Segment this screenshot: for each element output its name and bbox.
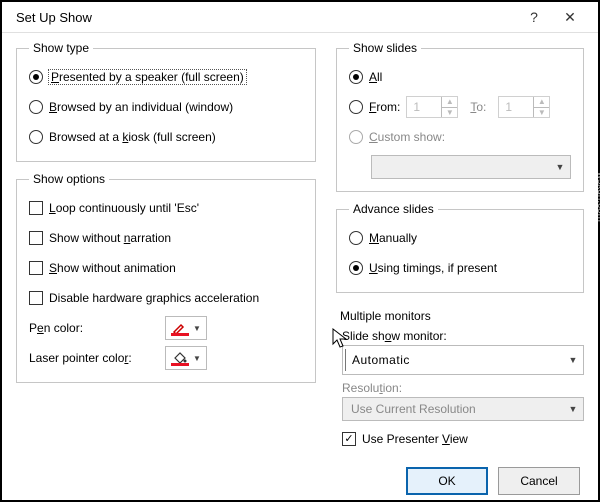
checkbox-icon [29,201,43,215]
spin-up-icon: ▲ [442,97,457,107]
checkbox-icon [342,432,356,446]
close-button[interactable]: ✕ [552,2,588,32]
slides-all[interactable]: All [349,65,571,89]
pen-color-label: Pen color: [29,321,159,335]
show-type-opt-kiosk-label: Browsed at a kiosk (full screen) [49,130,216,144]
show-type-opt-kiosk[interactable]: Browsed at a kiosk (full screen) [29,125,303,149]
resolution-value: Use Current Resolution [343,402,563,416]
dialog-title: Set Up Show [16,10,516,25]
chevron-down-icon: ▼ [563,398,583,420]
show-type-group: Show type Presented by a speaker (full s… [16,41,316,162]
chevron-down-icon: ▼ [193,354,201,363]
monitor-combo[interactable]: Automatic ▼ [342,345,584,375]
custom-show-combo: ▼ [371,155,571,179]
ok-button[interactable]: OK [406,467,488,495]
advance-manual-label: Manually [369,231,417,245]
radio-icon [349,261,363,275]
from-spinner[interactable]: 1 ▲▼ [406,96,458,118]
radio-icon [349,70,363,84]
laser-color-row: Laser pointer color: ▼ [29,346,303,370]
titlebar: Set Up Show ? ✕ [2,2,598,33]
resolution-label: Resolution: [342,381,584,395]
pen-color-button[interactable]: ▼ [165,316,207,340]
presenter-view[interactable]: Use Presenter View [342,427,584,451]
show-options-legend: Show options [29,172,109,186]
slides-from-radio[interactable] [349,100,363,114]
show-type-opt-individual-label: Browsed by an individual (window) [49,100,233,114]
checkbox-icon [29,231,43,245]
radio-icon [349,231,363,245]
checkbox-icon [29,291,43,305]
close-icon: ✕ [564,9,576,26]
monitor-label: Slide show monitor: [342,329,584,343]
show-type-opt-individual[interactable]: Browsed by an individual (window) [29,95,303,119]
radio-icon [29,70,43,84]
watermark: wsxdn.com [595,172,600,222]
slides-to-label: To: [470,100,486,114]
slides-from-label: From: [369,100,400,114]
text-caret [345,349,346,371]
monitor-value: Automatic [350,353,563,367]
monitors-legend: Multiple monitors [340,309,584,323]
show-type-opt-speaker[interactable]: Presented by a speaker (full screen) [29,65,303,89]
slides-from-row: From: 1 ▲▼ To: 1 ▲▼ [349,95,571,119]
custom-show-combo-row: ▼ [353,155,571,179]
dialog-body: Show type Presented by a speaker (full s… [2,33,598,461]
advance-slides-group: Advance slides Manually Using timings, i… [336,202,584,293]
show-type-opt-speaker-label: Presented by a speaker (full screen) [49,70,246,84]
spin-down-icon: ▼ [534,107,549,118]
opt-disable-hw-label: Disable hardware graphics acceleration [49,291,259,305]
spin-down-icon: ▼ [442,107,457,118]
opt-no-narration[interactable]: Show without narration [29,226,303,250]
from-value: 1 [407,97,441,117]
opt-loop[interactable]: Loop continuously until 'Esc' [29,196,303,220]
advance-timings-label: Using timings, if present [369,261,497,275]
pen-icon [171,320,189,336]
show-type-legend: Show type [29,41,93,55]
help-icon: ? [530,9,538,25]
advance-timings[interactable]: Using timings, if present [349,256,571,280]
chevron-down-icon: ▼ [193,324,201,333]
dialog-footer: OK Cancel [2,461,598,500]
chevron-down-icon: ▼ [563,346,583,374]
advance-slides-legend: Advance slides [349,202,438,216]
bucket-icon [171,350,189,366]
setup-show-dialog: Set Up Show ? ✕ Show type Presented by a… [0,0,600,502]
help-button[interactable]: ? [516,2,552,32]
slides-all-label: All [369,70,382,84]
opt-no-animation-label: Show without animation [49,261,176,275]
slides-custom-row: Custom show: [349,125,571,149]
show-options-group: Show options Loop continuously until 'Es… [16,172,316,383]
checkbox-icon [29,261,43,275]
monitors-group: Multiple monitors Slide show monitor: Au… [336,303,584,451]
presenter-view-label: Use Presenter View [362,432,468,446]
slides-custom-label: Custom show: [369,130,445,144]
spin-up-icon: ▲ [534,97,549,107]
left-column: Show type Presented by a speaker (full s… [16,41,316,461]
laser-color-button[interactable]: ▼ [165,346,207,370]
laser-color-label: Laser pointer color: [29,351,159,365]
opt-no-animation[interactable]: Show without animation [29,256,303,280]
show-slides-group: Show slides All From: 1 ▲▼ To: 1 ▲▼ [336,41,584,192]
show-slides-legend: Show slides [349,41,421,55]
radio-icon [29,130,43,144]
to-value: 1 [499,97,533,117]
to-spinner[interactable]: 1 ▲▼ [498,96,550,118]
opt-disable-hw[interactable]: Disable hardware graphics acceleration [29,286,303,310]
slides-custom-radio [349,130,363,144]
resolution-combo: Use Current Resolution ▼ [342,397,584,421]
opt-loop-label: Loop continuously until 'Esc' [49,201,199,215]
right-column: Show slides All From: 1 ▲▼ To: 1 ▲▼ [336,41,584,461]
opt-no-narration-label: Show without narration [49,231,171,245]
radio-icon [29,100,43,114]
chevron-down-icon: ▼ [550,156,570,178]
cancel-button[interactable]: Cancel [498,467,580,495]
advance-manual[interactable]: Manually [349,226,571,250]
pen-color-row: Pen color: ▼ [29,316,303,340]
